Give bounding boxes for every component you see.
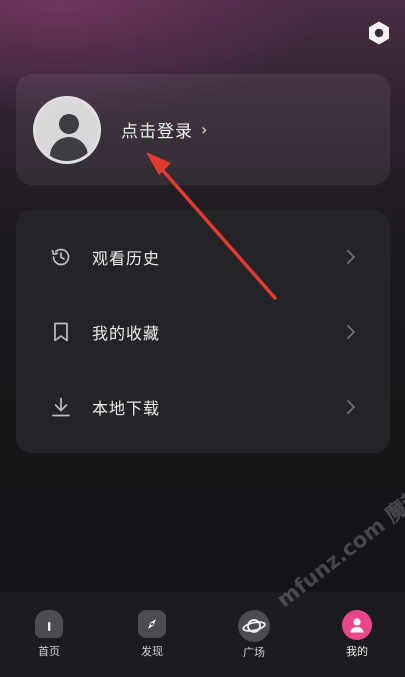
tab-label: 发现 xyxy=(141,645,163,658)
bottom-navigation: 首页 发现 广场 我的 xyxy=(0,592,405,677)
menu-item-label: 观看历史 xyxy=(92,249,161,268)
menu-item-downloads[interactable]: 本地下载 xyxy=(16,370,390,444)
profile-screen: 点击登录 › 观看历史 我的收藏 本地下载 首页 发现 广场 我的 mfunz.… xyxy=(0,0,405,677)
avatar[interactable] xyxy=(33,95,101,164)
menu-item-label: 本地下载 xyxy=(92,399,161,418)
login-label: 点击登录 xyxy=(121,122,193,142)
planet-icon xyxy=(238,610,270,642)
compass-icon xyxy=(138,610,166,638)
hexagon-settings-icon xyxy=(369,21,389,45)
download-icon xyxy=(50,396,72,418)
tab-label: 首页 xyxy=(38,645,60,658)
tab-label: 广场 xyxy=(243,646,265,659)
login-link[interactable]: 点击登录 › xyxy=(121,117,208,142)
chevron-right-icon xyxy=(344,399,358,415)
chevron-right-icon: › xyxy=(201,120,209,139)
menu-card: 观看历史 我的收藏 本地下载 xyxy=(16,210,390,453)
history-icon xyxy=(50,246,72,268)
login-card[interactable]: 点击登录 › xyxy=(16,74,390,185)
menu-item-label: 我的收藏 xyxy=(92,324,161,343)
avatar-head xyxy=(59,113,79,134)
settings-button[interactable] xyxy=(364,18,394,48)
menu-item-history[interactable]: 观看历史 xyxy=(16,220,390,294)
chevron-right-icon xyxy=(344,324,358,340)
menu-item-favorites[interactable]: 我的收藏 xyxy=(16,295,390,369)
tab-discover[interactable]: 发现 xyxy=(122,610,182,666)
chevron-right-icon xyxy=(344,249,358,265)
home-icon xyxy=(35,610,63,638)
tab-square[interactable]: 广场 xyxy=(224,610,284,666)
tab-label: 我的 xyxy=(346,645,368,658)
tab-mine[interactable]: 我的 xyxy=(327,610,387,666)
tab-home[interactable]: 首页 xyxy=(19,610,79,666)
avatar-body xyxy=(50,136,88,161)
bookmark-icon xyxy=(50,321,72,343)
profile-icon xyxy=(342,610,372,640)
